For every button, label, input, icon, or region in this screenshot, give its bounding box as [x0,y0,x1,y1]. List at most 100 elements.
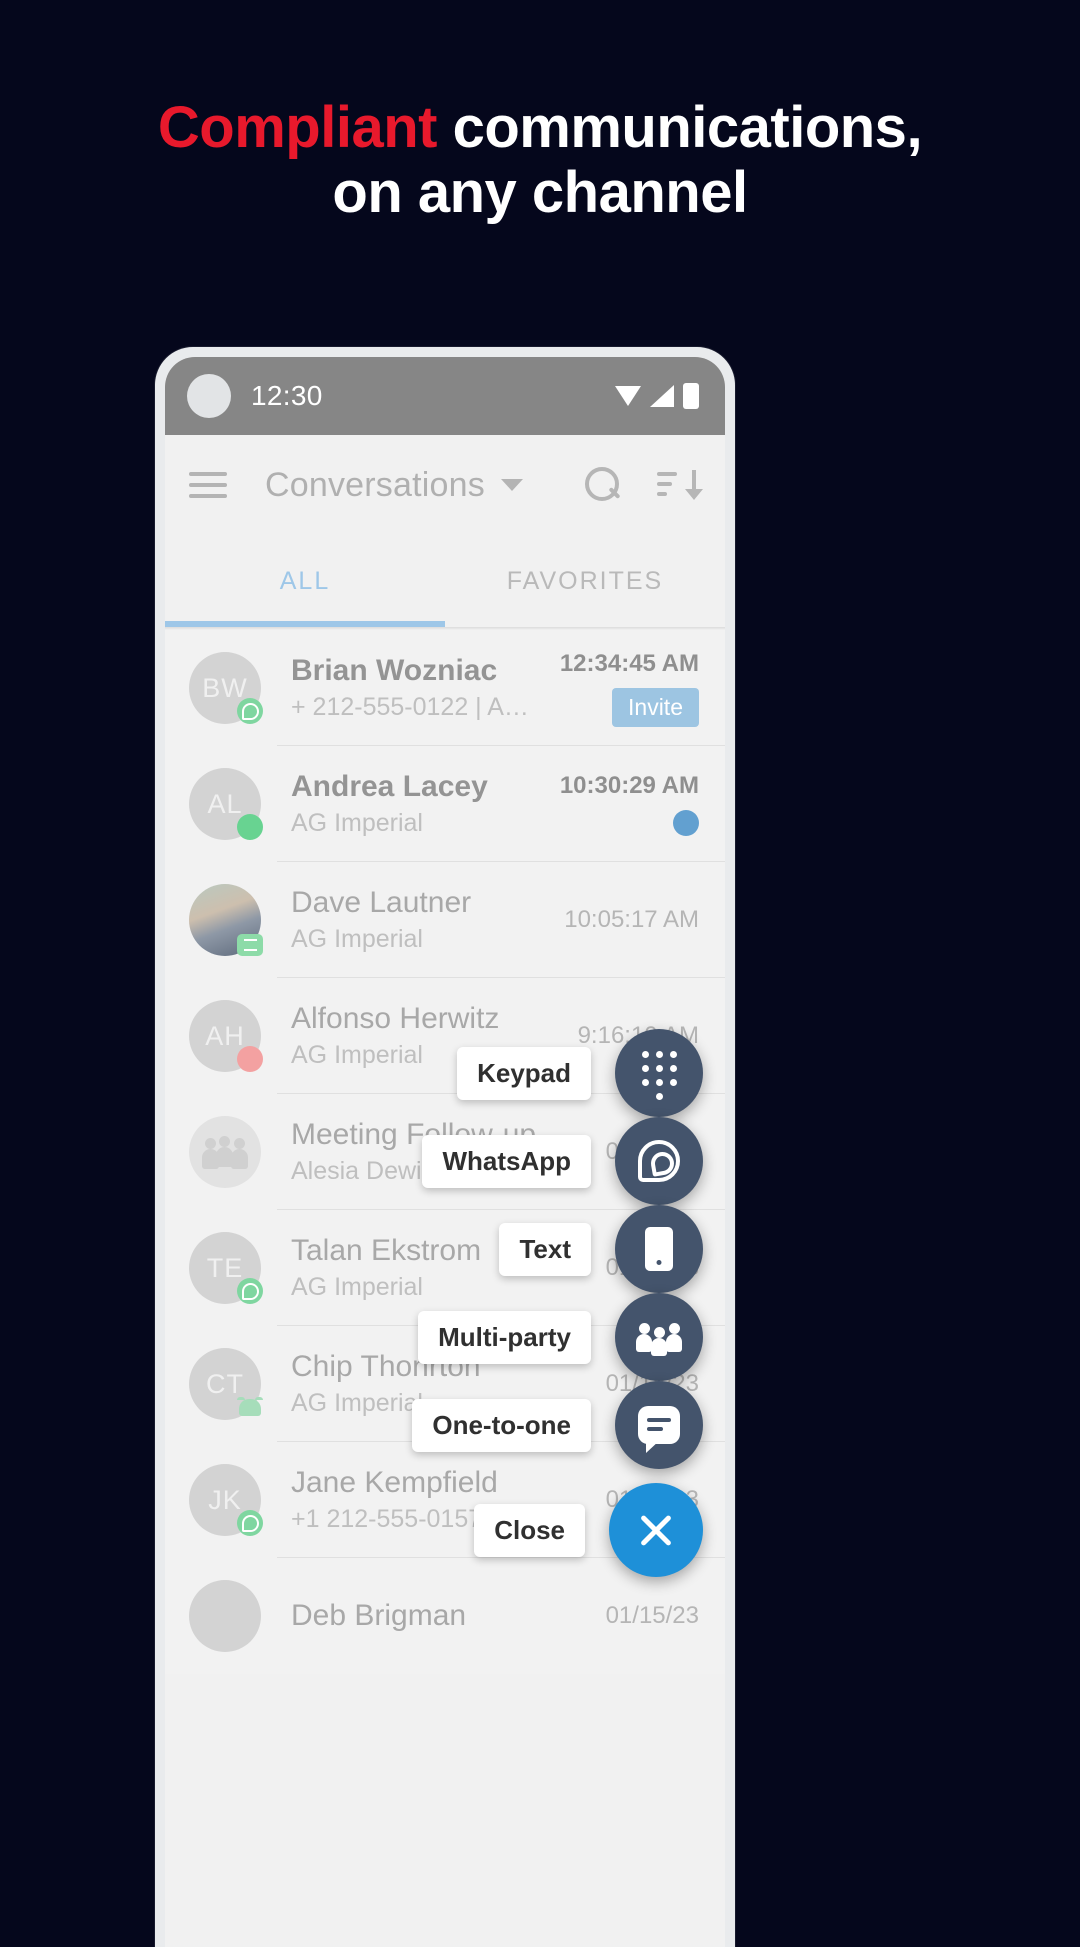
whatsapp-badge-icon [237,1510,263,1536]
avatar: JK [189,1464,263,1536]
contact-name: Brian Wozniac [291,654,498,687]
headline-rest: communications, [436,95,923,160]
hamburger-menu-icon[interactable] [189,472,227,498]
timestamp: 10:05:17 AM [564,906,699,933]
contact-subtitle: AG Imperial [291,1041,423,1069]
list-item-text: Brian Wozniac + 212-555-0122 | AG Imperi… [291,654,546,722]
headline-line-1: Compliant communications, [0,95,1080,161]
list-item[interactable]: CT Chip Thonrton AG Imperial 01/18/23 [165,1326,725,1442]
list-item[interactable]: Dave Lautner AG Imperial 10:05:17 AM [165,862,725,978]
list-item-text: Dave Lautner AG Imperial [291,886,550,954]
headline-line-2: on any channel [332,159,748,225]
online-status-badge-icon [237,814,263,840]
contact-name: Chip Thonrton [291,1350,481,1383]
avatar: AH [189,1000,263,1072]
chevron-down-icon[interactable] [500,479,523,491]
timestamp: 01/20/23 [605,1138,699,1165]
timestamp: 01/15/23 [605,1602,699,1629]
tab-favorites[interactable]: FAVORITES [445,535,725,627]
sort-icon[interactable] [657,468,703,502]
phone-mockup: 12:30 Conversations ALL FAVORITES BW Bri… [155,347,735,1947]
contact-name: Deb Brigman [291,1599,467,1632]
list-item-meta: 01/16/23 [606,1486,699,1514]
avatar [189,1580,261,1652]
avatar [189,884,263,956]
list-item[interactable]: TE Talan Ekstrom AG Imperial 01/19/23 [165,1210,725,1326]
tab-active-indicator [165,621,445,627]
headline-accent-word: Compliant [157,95,438,160]
list-item-meta: 9:16:10 AM [578,1022,699,1050]
search-icon[interactable] [585,467,621,503]
whatsapp-badge-icon [237,1278,263,1304]
conversation-list[interactable]: BW Brian Wozniac + 212-555-0122 | AG Imp… [165,630,725,1674]
contact-name: Andrea Lacey [291,770,488,803]
status-bar: 12:30 [165,357,725,435]
list-item-meta: 10:30:29 AM [560,772,699,836]
page-headline: Compliant communications, on any channel [0,95,1080,226]
list-item-meta: 01/18/23 [606,1370,699,1398]
list-item[interactable]: Meeting Follow-up Alesia Dewitt, Alfonso… [165,1094,725,1210]
wifi-icon [615,386,641,406]
status-bar-time: 12:30 [251,380,323,411]
contact-subtitle: Alesia Dewitt, Alfonso Herwitz ... [291,1157,592,1185]
contact-name: Jane Kempfield [291,1466,498,1499]
whatsapp-badge-icon [237,698,263,724]
list-item-text: Deb Brigman [291,1599,592,1633]
list-item[interactable]: AL Andrea Lacey AG Imperial 10:30:29 AM [165,746,725,862]
unread-indicator [673,810,699,836]
app-toolbar: Conversations [165,435,725,535]
battery-icon [683,383,699,409]
avatar: TE [189,1232,263,1304]
list-item[interactable]: JK Jane Kempfield +1 212-555-0157 | AG I… [165,1442,725,1558]
invite-button[interactable]: Invite [612,687,699,727]
contact-name: Dave Lautner [291,886,472,919]
timestamp: 01/18/23 [605,1370,699,1397]
timestamp: 01/19/23 [605,1254,699,1281]
tab-all[interactable]: ALL [165,535,445,627]
sms-badge-icon [237,934,263,956]
android-badge-icon [237,1394,263,1420]
list-item-text: Alfonso Herwitz AG Imperial [291,1002,564,1070]
avatar: AL [189,768,263,840]
list-item[interactable]: AH Alfonso Herwitz AG Imperial 9:16:10 A… [165,978,725,1094]
timestamp: 12:34:45 AM [559,649,699,677]
avatar: BW [189,652,263,724]
contact-name: Alfonso Herwitz [291,1002,500,1035]
status-bar-icons [615,383,699,409]
avatar-initials: AL [207,788,243,819]
list-item[interactable]: Deb Brigman 01/15/23 [165,1558,725,1674]
contact-subtitle: AG Imperial [291,925,423,953]
contact-subtitle: AG Imperial [291,809,423,837]
list-item-text: Talan Ekstrom AG Imperial [291,1234,592,1302]
tab-bar: ALL FAVORITES [165,535,725,627]
list-item-meta: 10:05:17 AM [564,906,699,934]
group-avatar [189,1116,261,1188]
list-item[interactable]: BW Brian Wozniac + 212-555-0122 | AG Imp… [165,630,725,746]
avatar-initials: JK [208,1484,242,1515]
list-item-meta: 01/15/23 [606,1602,699,1630]
contact-subtitle: + 212-555-0122 | AG Imperial [291,693,546,721]
phone-screen: 12:30 Conversations ALL FAVORITES BW Bri… [165,357,725,1947]
group-people-icon [202,1135,248,1169]
timestamp: 01/16/23 [605,1486,699,1513]
list-item-text: Jane Kempfield +1 212-555-0157 | AG Impe… [291,1466,592,1534]
list-item-text: Chip Thonrton AG Imperial [291,1350,592,1418]
list-item-meta: 12:34:45 AM Invite [560,650,699,727]
contact-name: Meeting Follow-up [291,1118,537,1151]
contact-subtitle: AG Imperial [291,1273,423,1301]
list-item-text: Andrea Lacey AG Imperial [291,770,546,838]
contact-subtitle: AG Imperial [291,1389,423,1417]
timestamp: 9:16:10 AM [577,1022,699,1049]
avatar-initials: TE [206,1252,244,1283]
avatar: CT [189,1348,261,1420]
camera-punch-hole-icon [187,374,231,418]
signal-icon [650,385,674,407]
avatar-initials: CT [206,1368,244,1399]
busy-status-badge-icon [237,1046,263,1072]
page-title: Conversations [265,465,485,504]
avatar-initials: BW [202,672,248,703]
list-item-text: Meeting Follow-up Alesia Dewitt, Alfonso… [291,1118,592,1186]
list-item-meta: 01/19/23 [606,1254,699,1282]
contact-name: Talan Ekstrom [291,1234,482,1267]
list-item-meta: 01/20/23 [606,1138,699,1166]
